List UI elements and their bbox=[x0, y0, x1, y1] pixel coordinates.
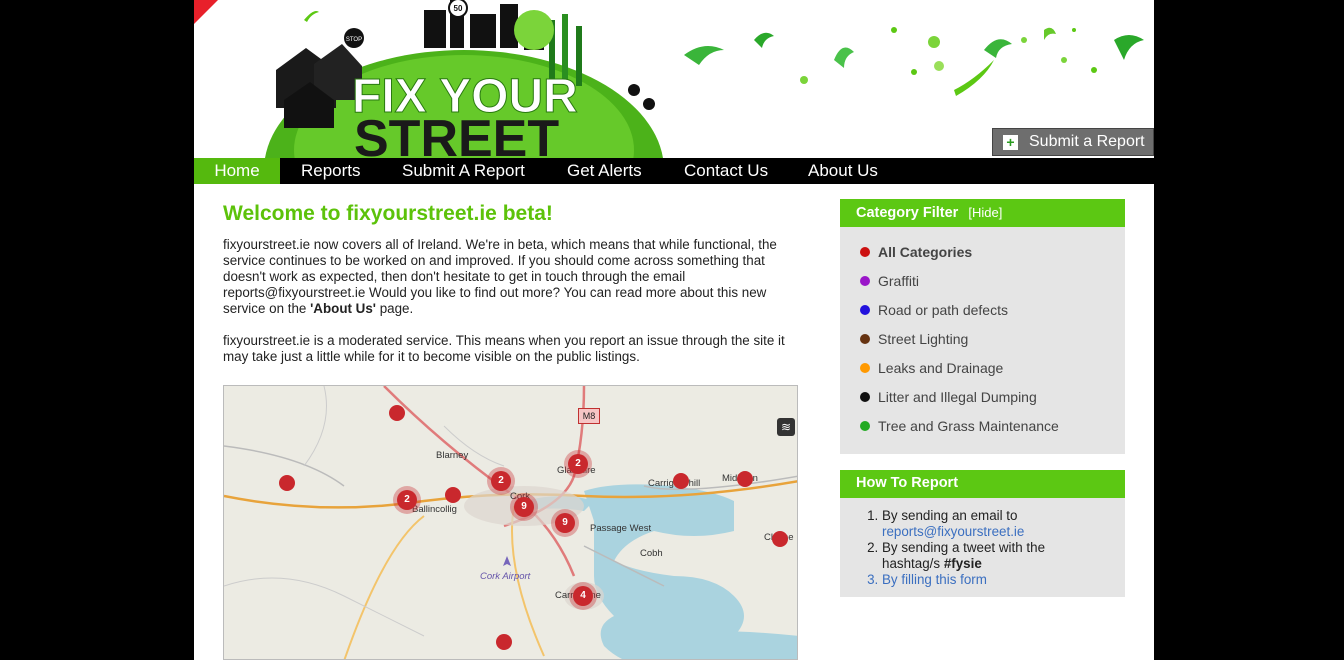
category-dot-icon bbox=[860, 334, 870, 344]
map-marker[interactable] bbox=[445, 487, 461, 503]
how-to-step: By sending an email toreports@fixyourstr… bbox=[882, 508, 1082, 540]
how-to-report-panel: How To Report By sending an email torepo… bbox=[840, 470, 1125, 597]
map-marker[interactable] bbox=[496, 634, 512, 650]
map-label: Cork Airport bbox=[480, 571, 531, 582]
map-label: Blarney bbox=[436, 450, 469, 461]
map-label: Cobh bbox=[640, 548, 663, 559]
reports-map[interactable]: M8 Blarney Glanmire Carrigtwohill Midlet… bbox=[223, 385, 798, 660]
map-marker[interactable] bbox=[772, 531, 788, 547]
map-cluster-marker[interactable]: 2 bbox=[397, 490, 417, 510]
category-filter-header: Category Filter [Hide] bbox=[840, 199, 1125, 227]
category-filter-panel: Category Filter [Hide] All Categories Gr… bbox=[840, 199, 1125, 454]
moderation-paragraph: fixyourstreet.ie is a moderated service.… bbox=[223, 333, 785, 364]
page-title: Welcome to fixyourstreet.ie beta! bbox=[223, 202, 553, 225]
svg-text:50: 50 bbox=[454, 4, 463, 13]
map-marker[interactable] bbox=[279, 475, 295, 491]
category-dot-icon bbox=[860, 392, 870, 402]
nav-reports[interactable]: Reports bbox=[301, 158, 361, 184]
form-link[interactable]: By filling this form bbox=[882, 572, 987, 587]
nav-get-alerts[interactable]: Get Alerts bbox=[567, 158, 642, 184]
map-cluster-marker[interactable]: 9 bbox=[514, 497, 534, 517]
site-header: STOP 50 FIX YOUR STREET + Submit a Repor… bbox=[194, 0, 1154, 158]
map-label: Ballincollig bbox=[412, 504, 457, 515]
nav-submit-report[interactable]: Submit A Report bbox=[402, 158, 525, 184]
map-cluster-marker[interactable]: 9 bbox=[555, 513, 575, 533]
email-link[interactable]: reports@fixyourstreet.ie bbox=[882, 524, 1024, 539]
corner-ribbon bbox=[194, 0, 218, 24]
nav-contact-us[interactable]: Contact Us bbox=[684, 158, 768, 184]
map-marker[interactable] bbox=[737, 471, 753, 487]
layers-icon[interactable]: ≋ bbox=[777, 418, 795, 436]
category-dot-icon bbox=[860, 276, 870, 286]
submit-report-button[interactable]: + Submit a Report bbox=[992, 128, 1154, 156]
how-to-list: By sending an email toreports@fixyourstr… bbox=[840, 508, 1082, 588]
category-dot-icon bbox=[860, 363, 870, 373]
map-cluster-marker[interactable]: 2 bbox=[568, 454, 588, 474]
about-us-emphasis: 'About Us' bbox=[310, 301, 376, 316]
map-cluster-marker[interactable]: 2 bbox=[491, 471, 511, 491]
how-to-step: By sending a tweet with the hashtag/s #f… bbox=[882, 540, 1082, 572]
hide-filter-link[interactable]: [Hide] bbox=[968, 205, 1002, 220]
main-nav: Home Reports Submit A Report Get Alerts … bbox=[194, 158, 1154, 184]
main-content: Welcome to fixyourstreet.ie beta! fixyou… bbox=[223, 200, 803, 364]
map-label: Passage West bbox=[590, 523, 652, 534]
category-dot-icon bbox=[860, 421, 870, 431]
nav-about-us[interactable]: About Us bbox=[808, 158, 878, 184]
how-to-step: By filling this form bbox=[882, 572, 1082, 588]
how-to-report-header: How To Report bbox=[840, 470, 1125, 498]
nav-home[interactable]: Home bbox=[194, 158, 280, 184]
plus-icon: + bbox=[1003, 135, 1018, 150]
category-dot-icon bbox=[860, 305, 870, 315]
intro-paragraph: fixyourstreet.ie now covers all of Irela… bbox=[223, 237, 777, 316]
map-marker[interactable] bbox=[673, 473, 689, 489]
road-sign-m8: M8 bbox=[578, 408, 600, 424]
hashtag: #fysie bbox=[943, 556, 982, 571]
map-cluster-marker[interactable]: 4 bbox=[573, 586, 593, 606]
page-container: STOP 50 FIX YOUR STREET + Submit a Repor… bbox=[194, 0, 1154, 660]
category-dot-icon bbox=[860, 247, 870, 257]
logo-text-line2: STREET bbox=[354, 110, 559, 158]
map-marker[interactable] bbox=[389, 405, 405, 421]
map-base bbox=[224, 386, 797, 659]
svg-text:STOP: STOP bbox=[346, 37, 362, 43]
